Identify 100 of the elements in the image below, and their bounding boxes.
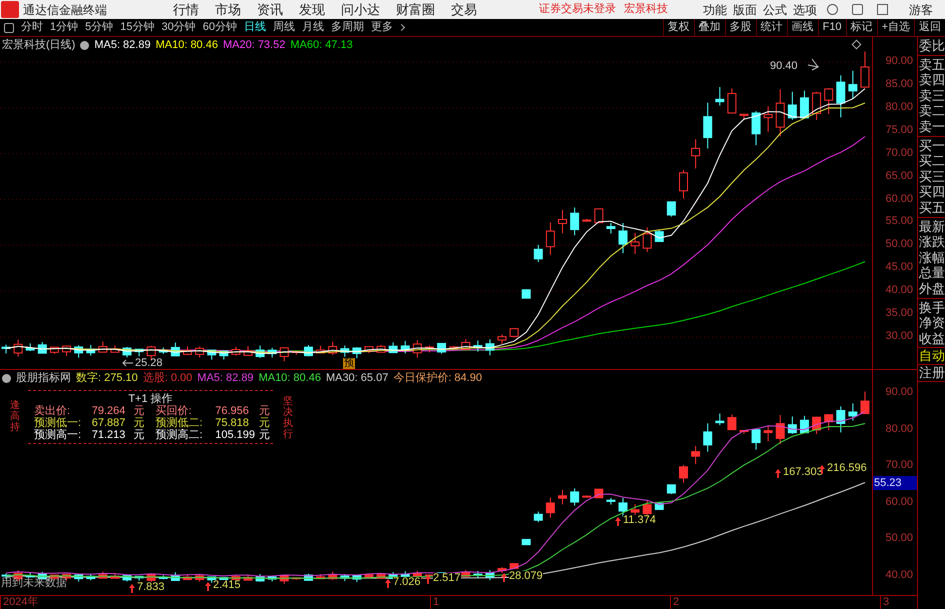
axis-label: 2024年	[0, 596, 38, 609]
arrow-icon	[122, 360, 134, 366]
period-tab[interactable]: 月线	[299, 22, 327, 33]
candlestick	[376, 573, 386, 579]
side-button[interactable]: 自动	[918, 348, 945, 366]
table-cell-text: 67.887	[92, 417, 126, 429]
candlestick	[860, 51, 870, 88]
side-button[interactable]: 注册	[918, 365, 945, 382]
candlestick	[86, 344, 96, 356]
candlestick	[38, 342, 47, 354]
candlestick	[74, 344, 84, 358]
candlestick	[654, 229, 664, 242]
period-tab[interactable]: 60分钟	[200, 22, 240, 33]
table-cell-text: 105.199	[215, 429, 256, 441]
toolbar-button[interactable]: 复权	[662, 18, 694, 36]
table-cell-text: 75.818	[215, 417, 250, 429]
candlestick	[824, 414, 834, 431]
toolbar-button[interactable]: 多股	[724, 18, 756, 36]
signal-label: 2.517	[433, 573, 461, 584]
candlestick	[546, 222, 555, 256]
candlestick	[727, 414, 736, 430]
candlestick	[352, 574, 362, 582]
menu-item[interactable]: 行情	[169, 3, 203, 16]
candlestick	[376, 344, 386, 354]
candlestick	[292, 577, 301, 580]
candlestick	[582, 494, 592, 498]
menu-item[interactable]: 选项	[790, 4, 820, 16]
period-tab[interactable]: 30分钟	[158, 22, 199, 33]
quote-label: 卖三	[918, 88, 945, 104]
ma-value: MA10: 80.46	[156, 40, 218, 51]
stock-link[interactable]: 宏景科技	[624, 4, 668, 15]
candlestick	[679, 464, 688, 484]
candlestick	[776, 88, 785, 137]
candlestick	[485, 338, 494, 356]
toolbar-button[interactable]: F10	[818, 18, 846, 36]
toolbar-button[interactable]: 返回	[914, 18, 945, 36]
signal-label: 7.833	[137, 582, 165, 593]
candlestick	[642, 500, 652, 516]
dropdown-icon[interactable]	[80, 41, 90, 50]
candlestick	[98, 571, 108, 579]
period-tab[interactable]: 15分钟	[117, 22, 158, 33]
candlestick	[764, 106, 773, 132]
candlestick	[388, 342, 398, 354]
candlestick	[207, 350, 216, 360]
signal-label: 167.303	[783, 467, 823, 478]
menu-item[interactable]: 公式	[760, 4, 790, 16]
candlestick	[424, 345, 434, 353]
candlestick	[2, 344, 11, 354]
period-tab[interactable]: 多周期	[328, 22, 367, 33]
quote-label: 总量	[918, 265, 945, 281]
axis-label: 60.00	[885, 496, 913, 508]
user-button[interactable]: 游客	[909, 4, 933, 16]
menu-item[interactable]: 版面	[730, 4, 760, 16]
candlestick	[473, 340, 482, 352]
menu-item[interactable]: 功能	[700, 4, 730, 16]
candlestick	[50, 346, 59, 355]
toolbar-button[interactable]: +自选	[876, 18, 914, 36]
candlestick	[788, 91, 797, 120]
axis-label: 2	[670, 596, 680, 609]
axis-label: 85.00	[885, 78, 913, 90]
candlestick	[122, 574, 132, 582]
candlestick	[570, 488, 580, 506]
menu-item[interactable]: 问小达	[337, 3, 384, 16]
candlestick	[558, 489, 568, 505]
signal-label: 7.026	[393, 577, 421, 588]
menu-item[interactable]: 发现	[295, 3, 329, 16]
quote-label: 卖一	[918, 118, 945, 135]
toolbar-button[interactable]: 标记	[846, 18, 877, 36]
indicator-value: 今日保护价: 84.90	[393, 373, 482, 384]
menu-item[interactable]: 交易	[447, 3, 481, 16]
menu-item[interactable]: 资讯	[253, 3, 287, 16]
table-cell-text: 买回价:	[156, 405, 193, 417]
candlestick	[800, 415, 809, 434]
panel-icon[interactable]	[4, 22, 14, 32]
period-tab[interactable]: 分时	[18, 22, 46, 33]
quote-label: 涨幅	[918, 250, 945, 266]
table-cell-text: 元	[134, 405, 146, 417]
quote-label: 净资	[918, 315, 945, 331]
table-cell-text: 预测低二:	[156, 417, 204, 429]
candlestick	[183, 346, 192, 356]
candlestick	[26, 572, 35, 578]
candlestick	[836, 74, 846, 118]
dropdown-icon[interactable]	[2, 374, 11, 383]
period-tab[interactable]: 1分钟	[47, 22, 82, 33]
toolbar-button[interactable]: 叠加	[694, 18, 725, 36]
current-value-tag: 55.23	[873, 476, 917, 490]
period-tab[interactable]: 日线	[241, 22, 269, 33]
candlestick	[195, 346, 204, 358]
quote-label: 卖五	[918, 56, 945, 72]
candlestick	[739, 430, 748, 434]
indicator-value: MA5: 82.89	[197, 373, 254, 384]
toolbar-button[interactable]: 统计	[756, 18, 787, 36]
candlestick	[546, 497, 555, 518]
toolbar-button[interactable]: 画线	[786, 18, 818, 36]
login-notice: 证券交易未登录	[539, 4, 616, 15]
period-tab[interactable]: 周线	[270, 22, 298, 33]
menu-item[interactable]: 市场	[211, 3, 245, 16]
period-tab[interactable]: 更多	[368, 22, 396, 33]
period-tab[interactable]: 5分钟	[82, 22, 116, 33]
menu-item[interactable]: 财富圈	[392, 3, 439, 16]
